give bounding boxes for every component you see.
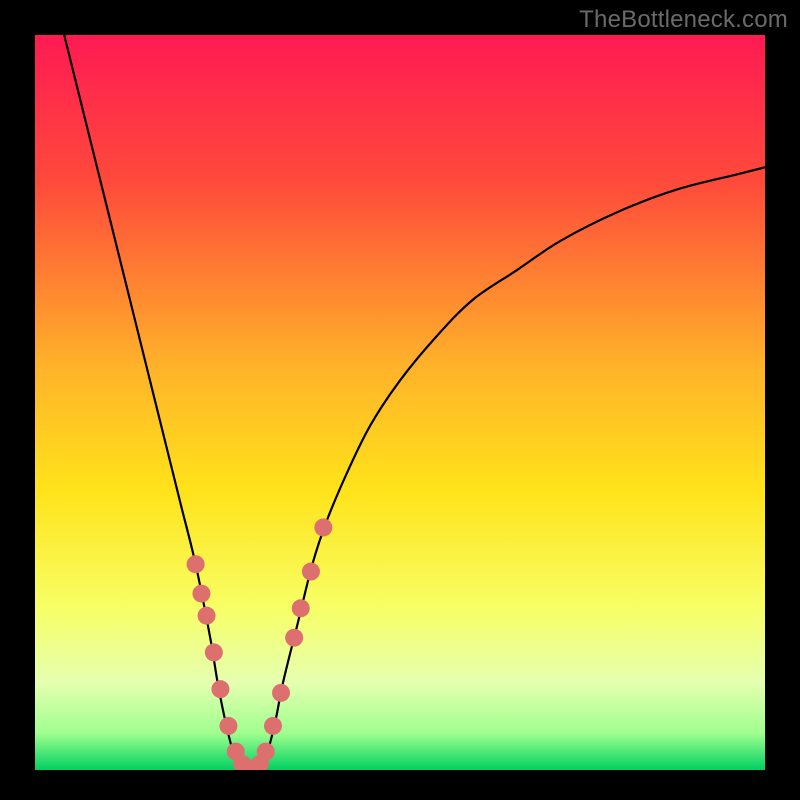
highlight-dot — [211, 680, 229, 698]
highlight-dot — [292, 599, 310, 617]
highlight-dot — [285, 629, 303, 647]
highlight-dot — [187, 555, 205, 573]
plot-area — [35, 35, 765, 770]
highlight-dot — [219, 717, 237, 735]
highlight-dot — [192, 585, 210, 603]
highlight-dot — [205, 643, 223, 661]
gradient-background — [35, 35, 765, 770]
highlight-dot — [314, 518, 332, 536]
highlight-dot — [257, 743, 275, 761]
highlight-dot — [302, 563, 320, 581]
highlight-dot — [264, 717, 282, 735]
highlight-dot — [272, 684, 290, 702]
chart-svg — [35, 35, 765, 770]
chart-frame: TheBottleneck.com — [0, 0, 800, 800]
watermark-text: TheBottleneck.com — [579, 6, 788, 34]
highlight-dot — [198, 607, 216, 625]
